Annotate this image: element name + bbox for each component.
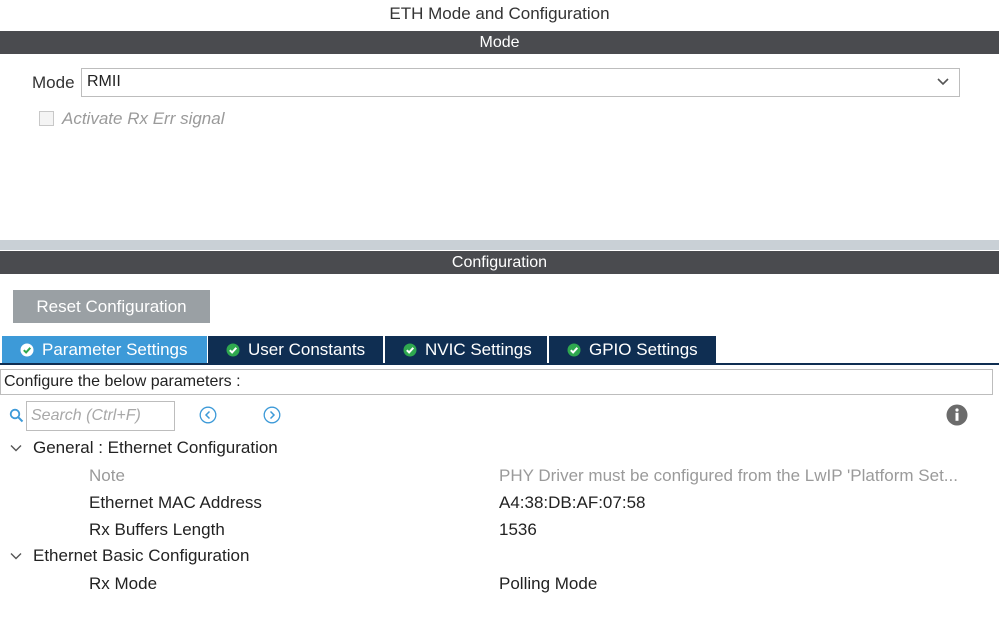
search-field[interactable] xyxy=(26,401,175,431)
tab-bar-underline xyxy=(0,363,999,365)
param-name-note: Note xyxy=(89,466,125,485)
group-general-ethernet-configuration[interactable]: General : Ethernet Configuration xyxy=(9,437,278,459)
check-circle-icon xyxy=(20,343,34,356)
chevron-down-icon xyxy=(937,78,949,86)
param-name-ethernet-mac-address[interactable]: Ethernet MAC Address xyxy=(89,493,262,513)
reset-configuration-button[interactable]: Reset Configuration xyxy=(13,290,210,323)
tab-gpio-settings[interactable]: GPIO Settings xyxy=(549,336,716,363)
next-icon[interactable] xyxy=(263,406,281,424)
tab-label: GPIO Settings xyxy=(589,340,698,359)
param-value-rx-buffers-length[interactable]: 1536 xyxy=(499,520,537,540)
section-splitter[interactable] xyxy=(0,240,999,250)
tab-parameter-settings[interactable]: Parameter Settings xyxy=(2,336,207,363)
info-icon[interactable] xyxy=(946,404,968,426)
check-circle-icon xyxy=(226,343,240,356)
param-value-ethernet-mac-address[interactable]: A4:38:DB:AF:07:58 xyxy=(499,493,645,513)
chevron-down-icon xyxy=(10,553,22,560)
group-ethernet-basic-configuration[interactable]: Ethernet Basic Configuration xyxy=(9,545,249,567)
tab-label: Parameter Settings xyxy=(42,340,188,359)
search-icon xyxy=(9,408,24,423)
mode-select-value: RMII xyxy=(87,73,121,90)
check-circle-icon xyxy=(403,343,417,356)
param-value-rx-mode[interactable]: Polling Mode xyxy=(499,574,597,594)
tab-nvic-settings[interactable]: NVIC Settings xyxy=(385,336,547,363)
tab-label: User Constants xyxy=(248,340,366,359)
window-title: ETH Mode and Configuration xyxy=(389,4,610,23)
tab-label: NVIC Settings xyxy=(425,340,532,359)
configuration-section-header: Configuration xyxy=(0,251,999,274)
tab-user-constants[interactable]: User Constants xyxy=(208,336,383,363)
param-name-rx-mode[interactable]: Rx Mode xyxy=(89,574,157,594)
parameters-hint-box: Configure the below parameters : xyxy=(0,369,993,395)
group-title: Ethernet Basic Configuration xyxy=(33,546,250,565)
previous-icon[interactable] xyxy=(199,406,217,424)
param-value-note: PHY Driver must be configured from the L… xyxy=(499,466,958,485)
parameters-hint-text: Configure the below parameters : xyxy=(4,373,241,390)
check-circle-icon xyxy=(567,343,581,356)
group-title: General : Ethernet Configuration xyxy=(33,438,278,457)
activate-rx-err-checkbox[interactable] xyxy=(39,111,54,126)
search-input[interactable] xyxy=(29,403,173,429)
mode-label: Mode xyxy=(32,73,75,92)
mode-section-header: Mode xyxy=(0,31,999,54)
chevron-down-icon xyxy=(10,445,22,452)
activate-rx-err-label: Activate Rx Err signal xyxy=(62,109,225,128)
mode-select[interactable]: RMII xyxy=(81,68,960,97)
param-name-rx-buffers-length[interactable]: Rx Buffers Length xyxy=(89,520,225,540)
